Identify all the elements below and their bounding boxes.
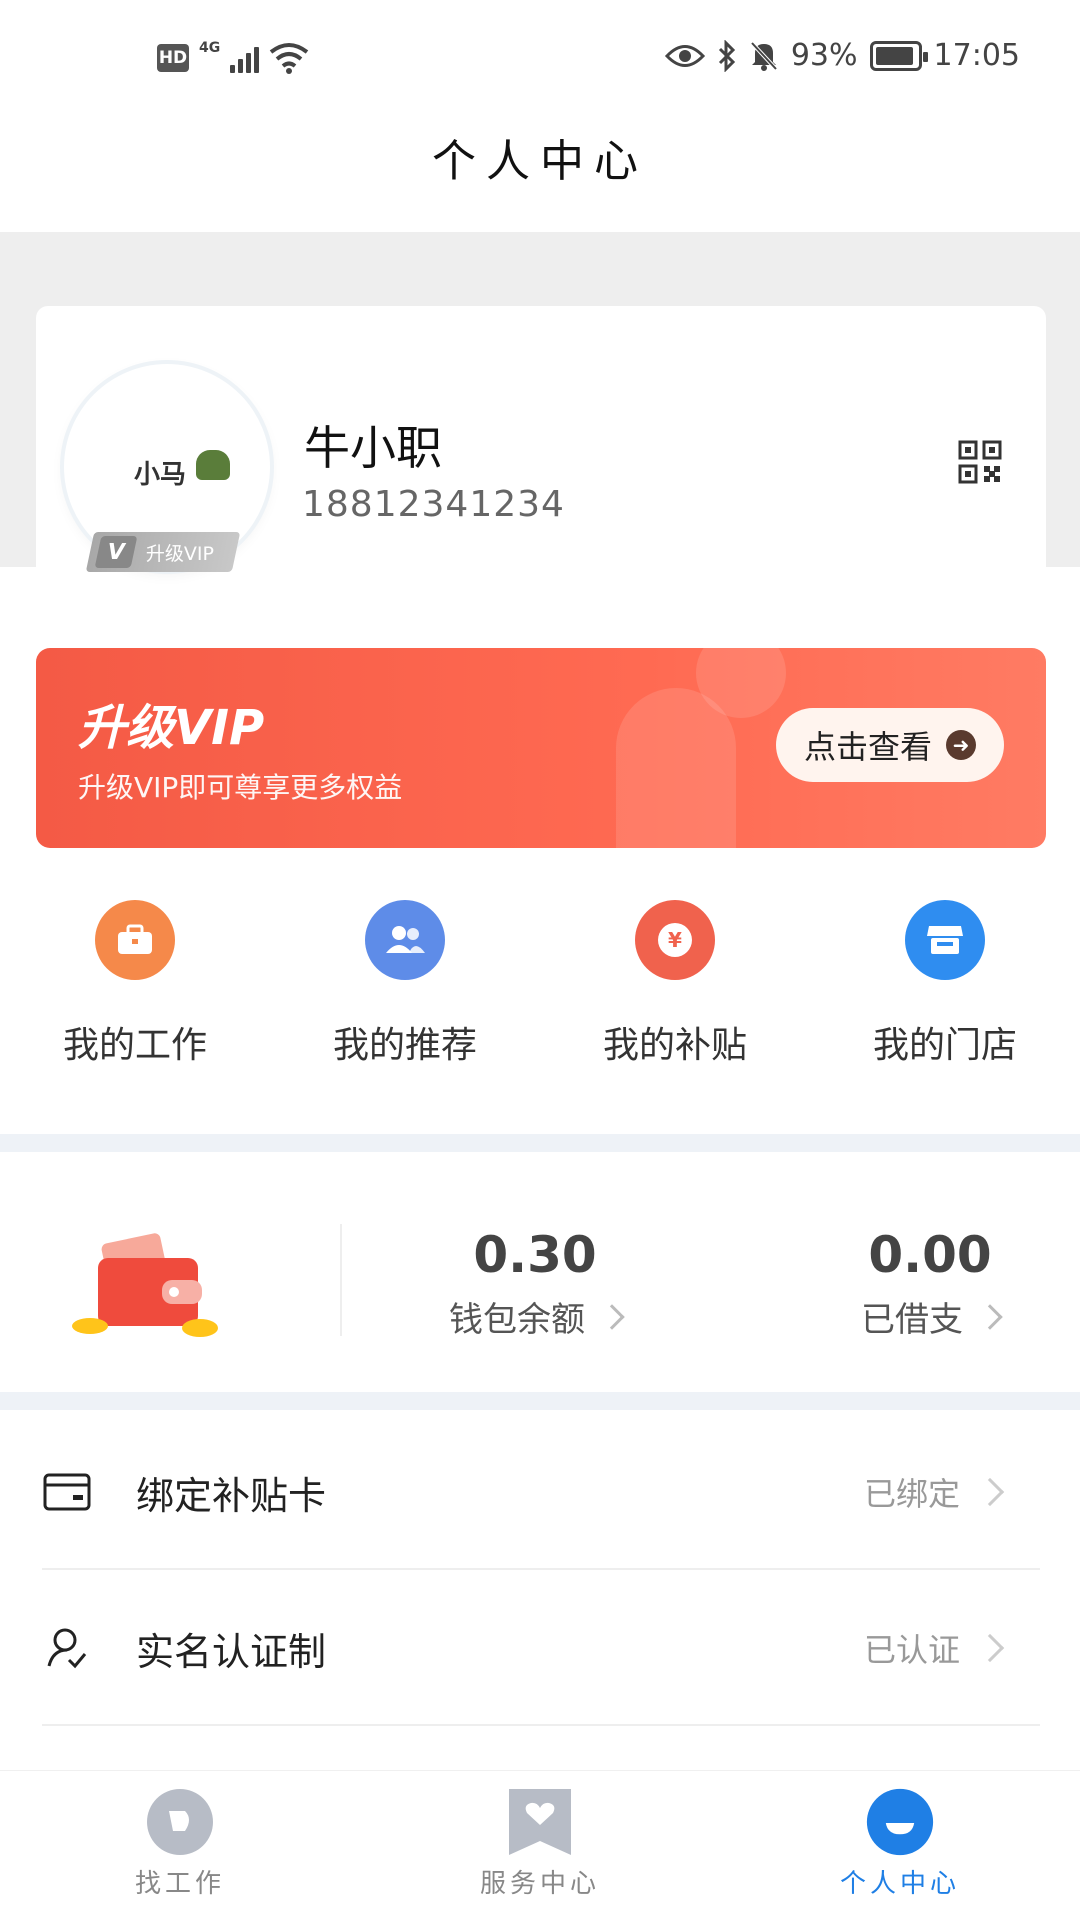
section-divider (0, 1392, 1080, 1410)
wallet-icon (72, 1233, 218, 1337)
borrowed-link[interactable]: 已借支 (840, 1292, 1020, 1341)
quick-action-label: 我的工作 (62, 1025, 207, 1066)
quick-action-label: 我的门店 (872, 1025, 1017, 1066)
quick-action-label: 我的推荐 (332, 1025, 477, 1066)
view-vip-button-label: 点击查看 (803, 728, 932, 766)
vip-banner-title: 升级VIP (78, 700, 265, 756)
signal-icon (230, 43, 260, 73)
qr-code-icon[interactable] (958, 440, 1002, 484)
profile-card[interactable]: 小马 V 升级VIP 牛小职 18812341234 (36, 306, 1046, 606)
quick-action-my-recommend[interactable]: 我的推荐 (270, 900, 540, 1100)
yuan-coin-icon: ¥ (635, 900, 715, 980)
battery-icon (869, 40, 928, 71)
chevron-right-icon (599, 1303, 625, 1330)
wallet-balance-value: 0.30 (473, 1226, 597, 1284)
status-bar: HD 4G 93% 17:05 (0, 0, 1080, 115)
nav-find-job[interactable]: 找工作 (0, 1771, 360, 1920)
borrowed-label: 已借支 (861, 1300, 963, 1340)
quick-action-my-store[interactable]: 我的门店 (810, 900, 1080, 1100)
user-phone: 18812341234 (302, 484, 565, 525)
find-job-icon (145, 1787, 215, 1857)
wallet-balance-link[interactable]: 钱包余额 (430, 1292, 640, 1341)
briefcase-icon (95, 900, 175, 980)
clock: 17:05 (933, 38, 1020, 73)
profile-icon (865, 1787, 935, 1857)
status-right: 93% 17:05 (664, 38, 1020, 73)
avatar-logo-text: 小马 (134, 460, 187, 490)
card-icon (42, 1467, 92, 1517)
chevron-right-icon (975, 1477, 1005, 1507)
list-item-label: 实名认证制 (136, 1629, 327, 1674)
borrowed-value: 0.00 (868, 1226, 992, 1284)
borrowed-amount[interactable]: 0.00 已借支 (840, 1226, 1020, 1341)
bluetooth-icon (718, 39, 735, 72)
nav-label: 服务中心 (479, 1869, 600, 1899)
wallet-balance-label: 钱包余额 (449, 1300, 585, 1340)
vip-icon: V (94, 536, 138, 568)
chevron-right-icon (975, 1633, 1005, 1663)
battery-percent: 93% (790, 38, 858, 73)
nav-label: 找工作 (134, 1869, 225, 1899)
quick-action-label: 我的补贴 (602, 1025, 747, 1066)
arrow-right-icon: ➜ (946, 730, 976, 760)
quick-action-my-subsidy[interactable]: ¥ 我的补贴 (540, 900, 810, 1100)
chevron-right-icon (977, 1303, 1003, 1330)
list-item-status: 已认证 (863, 1631, 960, 1669)
list-item-status: 已绑定 (863, 1475, 960, 1513)
battery-level (875, 46, 913, 65)
section-divider (0, 1134, 1080, 1152)
view-vip-button[interactable]: 点击查看 ➜ (776, 708, 1004, 782)
mute-bell-icon (750, 41, 778, 71)
list-item-real-name[interactable]: 实名认证制 已认证 (42, 1572, 1040, 1726)
user-verify-icon (42, 1623, 92, 1673)
eye-icon (664, 44, 705, 67)
vip-banner-subtitle: 升级VIP即可尊享更多权益 (78, 771, 403, 804)
bottom-nav: 找工作 服务中心 个人中心 (0, 1770, 1080, 1920)
wallet-section: 0.30 钱包余额 0.00 已借支 (0, 1152, 1080, 1392)
user-name: 牛小职 (304, 421, 442, 475)
wallet-balance[interactable]: 0.30 钱包余额 (430, 1226, 640, 1341)
list-item-bind-card[interactable]: 绑定补贴卡 已绑定 (42, 1416, 1040, 1570)
upgrade-vip-badge[interactable]: V 升级VIP (85, 532, 241, 572)
nav-label: 个人中心 (839, 1869, 960, 1899)
vip-badge-label: 升级VIP (146, 542, 215, 565)
nav-profile-center[interactable]: 个人中心 (720, 1771, 1080, 1920)
network-type: 4G (199, 40, 221, 56)
service-heart-icon (505, 1787, 575, 1857)
wifi-icon (270, 43, 309, 74)
nav-service-center[interactable]: 服务中心 (360, 1771, 720, 1920)
status-left: HD 4G (157, 40, 309, 74)
vip-banner[interactable]: 升级VIP 升级VIP即可尊享更多权益 点击查看 ➜ (36, 648, 1046, 848)
wallet-separator (340, 1224, 342, 1336)
quick-action-my-work[interactable]: 我的工作 (0, 900, 270, 1100)
store-icon (905, 900, 985, 980)
hd-icon: HD (157, 44, 189, 72)
page-title: 个人中心 (432, 136, 648, 187)
users-icon (365, 900, 445, 980)
quick-actions: 我的工作 我的推荐 ¥ 我的补贴 我的门店 (0, 900, 1080, 1100)
svg-text:¥: ¥ (668, 928, 682, 952)
list-item-label: 绑定补贴卡 (136, 1473, 327, 1518)
avatar-logo-icon (196, 450, 230, 480)
